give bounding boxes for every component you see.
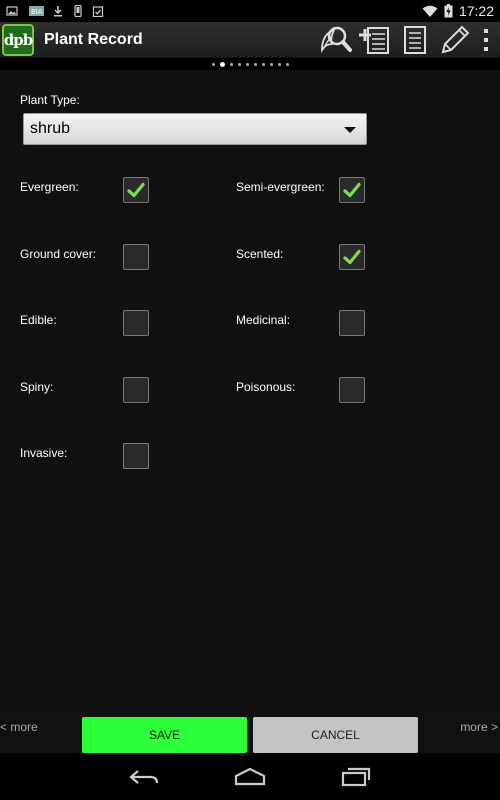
- dropdown-arrow-icon: [344, 127, 356, 133]
- ground-cover-checkbox[interactable]: [123, 243, 149, 270]
- spiny-checkbox[interactable]: [123, 376, 149, 403]
- page-dot: [237, 62, 241, 66]
- back-icon: [129, 769, 159, 784]
- scented-checkbox[interactable]: [339, 243, 365, 270]
- recent-apps-button[interactable]: [326, 757, 386, 797]
- app-title: Plant Record: [44, 30, 143, 48]
- edible-checkbox[interactable]: [123, 310, 149, 336]
- page-dot: [261, 62, 265, 66]
- app-logo[interactable]: dpb: [2, 23, 34, 56]
- semi-evergreen-label: Semi-evergreen:: [236, 180, 325, 194]
- wifi-icon: [422, 5, 438, 17]
- action-buttons: [318, 23, 494, 57]
- status-notification-icons: BIA: [6, 5, 104, 17]
- bottom-bar: < more SAVE CANCEL more >: [0, 710, 500, 753]
- image-icon: [6, 6, 18, 16]
- poisonous-checkbox[interactable]: [339, 376, 365, 403]
- ground-cover-label: Ground cover:: [20, 246, 97, 261]
- invasive-checkbox[interactable]: [123, 443, 149, 469]
- spiny-label: Spiny:: [20, 379, 54, 394]
- overflow-menu-button[interactable]: [478, 23, 494, 57]
- svg-text:BIA: BIA: [31, 8, 43, 16]
- page-dot: [269, 62, 273, 66]
- plant-type-dropdown[interactable]: shrub: [23, 113, 367, 145]
- page-dot: [277, 62, 281, 66]
- evergreen-checkbox[interactable]: [123, 177, 149, 203]
- page-dot-active: [219, 61, 225, 67]
- plant-record-form: Plant Type: shrub Evergreen: Semi-evergre…: [0, 70, 500, 710]
- edible-label: Edible:: [20, 313, 57, 327]
- page-dot: [245, 62, 249, 66]
- status-time: 17:22: [458, 3, 494, 19]
- invasive-label: Invasive:: [20, 446, 68, 460]
- add-list-icon: [359, 26, 389, 54]
- list-button[interactable]: [398, 23, 432, 57]
- battery-charging-icon: [444, 4, 453, 18]
- page-dot: [285, 62, 289, 66]
- evergreen-label: Evergreen:: [20, 180, 79, 194]
- check-mark-icon: [127, 182, 145, 198]
- navigation-bar: [0, 753, 500, 800]
- overflow-menu-icon: [484, 28, 488, 51]
- app-logo-text: dpb: [3, 30, 33, 49]
- scented-label: Scented:: [236, 246, 284, 261]
- check-mark-icon: [343, 182, 361, 198]
- home-icon: [234, 767, 266, 785]
- plant-type-label: Plant Type:: [20, 93, 80, 107]
- medicinal-label: Medicinal:: [236, 313, 291, 327]
- search-plant-icon: [321, 26, 352, 53]
- recent-apps-icon: [341, 767, 371, 786]
- list-icon: [404, 25, 426, 54]
- clipboard-check-icon: [92, 6, 104, 17]
- edit-button[interactable]: [438, 23, 472, 57]
- save-button[interactable]: SAVE: [82, 717, 247, 753]
- plant-type-value: shrub: [30, 120, 71, 137]
- action-bar: dpb Plant Record: [0, 22, 500, 58]
- medicinal-checkbox[interactable]: [339, 310, 365, 336]
- check-mark-icon: [343, 249, 361, 264]
- page-dot: [211, 62, 215, 66]
- poisonous-label: Poisonous:: [236, 379, 296, 394]
- add-list-button[interactable]: [358, 23, 392, 57]
- page-dot: [253, 62, 257, 66]
- back-button[interactable]: [114, 757, 174, 797]
- semi-evergreen-checkbox[interactable]: [339, 177, 365, 203]
- page-indicator: [0, 58, 500, 70]
- status-system-icons: 17:22: [422, 3, 494, 19]
- more-right-link[interactable]: more >: [460, 720, 498, 734]
- search-plant-button[interactable]: [318, 23, 352, 57]
- app-notification-icon: BIA: [29, 6, 44, 16]
- home-button[interactable]: [220, 757, 280, 797]
- cancel-button[interactable]: CANCEL: [253, 717, 418, 753]
- status-bar: BIA 17:22: [0, 0, 500, 22]
- download-icon: [54, 6, 62, 17]
- device-icon: [74, 5, 82, 17]
- page-dot: [229, 62, 233, 66]
- edit-pencil-icon: [441, 25, 470, 53]
- more-left-link[interactable]: < more: [0, 720, 38, 734]
